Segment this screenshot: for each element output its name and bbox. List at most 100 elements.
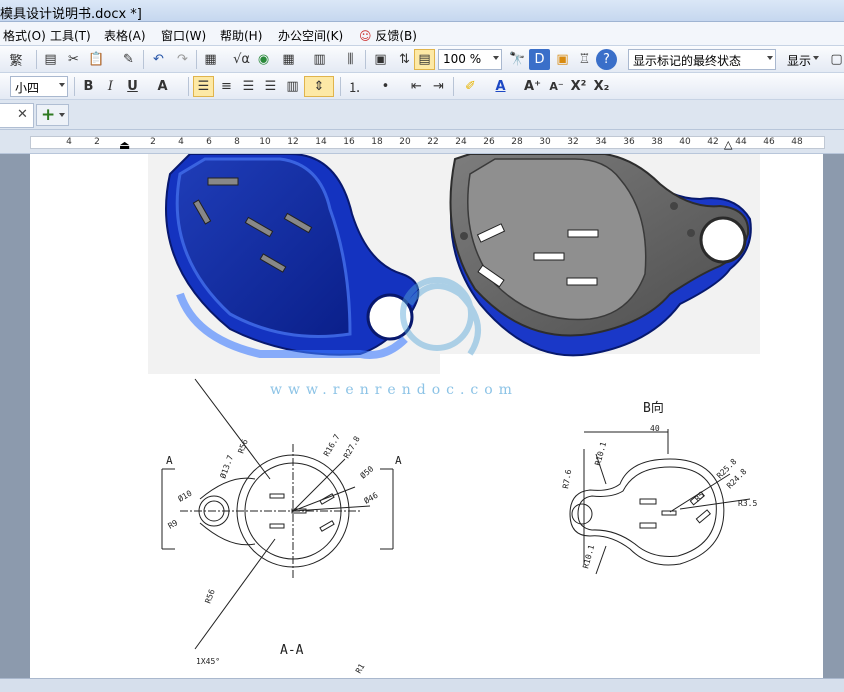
font-size-combo[interactable]: 小四 <box>10 76 68 97</box>
numbering-icon[interactable]: ⒈ <box>344 76 365 97</box>
plugin-icon[interactable]: ▣ <box>552 49 573 70</box>
ruler-tick: 46 <box>763 137 775 147</box>
undo-icon[interactable]: ↶ <box>148 49 169 70</box>
horizontal-ruler[interactable]: 4 2 2 4 6 8 10 12 14 16 18 20 22 24 26 28 30 32 34 36 38 40 42… <box>0 130 844 154</box>
right-indent-marker[interactable]: △ <box>724 138 732 151</box>
sort-icon[interactable]: ⇅ <box>394 49 415 70</box>
ruler-tick: 18 <box>371 137 383 147</box>
ruler-tick: 28 <box>511 137 523 147</box>
distribute-icon[interactable]: ▥ <box>282 76 303 97</box>
dim-r56-bottom: R56 <box>203 588 216 605</box>
ruler-tick: 6 <box>206 137 212 147</box>
standard-toolbar: 繁 ▤ ✂ 📋 ✎ ↶ ↷ ▦ √α ◉ ▦ ▥ ⫼ ▣ ⇅ ▤ 100 % 🔭… <box>0 46 844 73</box>
ruler-tick: 16 <box>343 137 355 147</box>
menu-office-space[interactable]: 办公空间(K) <box>275 26 346 45</box>
dim-r27-8: R27.8 <box>342 434 362 460</box>
dim-d46: Ø46 <box>362 490 380 506</box>
menu-bar: 格式(O) 工具(T) 表格(A) 窗口(W) 帮助(H) 办公空间(K) ☺ … <box>0 22 844 46</box>
traditional-chinese-button[interactable]: 繁 <box>2 49 30 70</box>
web-icon[interactable]: ◉ <box>253 49 274 70</box>
dim-d13-7: Ø13.7 <box>217 453 235 479</box>
ruler-tick: 14 <box>315 137 327 147</box>
menu-table[interactable]: 表格(A) <box>101 26 149 45</box>
table-grid-icon[interactable]: ▦ <box>278 49 299 70</box>
line-spacing-icon[interactable]: ⇕ <box>304 76 334 97</box>
format-painter-icon[interactable]: ✎ <box>118 49 139 70</box>
text-effect-icon[interactable]: A <box>152 76 173 97</box>
menu-format[interactable]: 格式(O) <box>0 26 49 45</box>
columns-icon[interactable]: ▥ <box>309 49 330 70</box>
watermark-text: www.renrendoc.com <box>270 382 518 398</box>
align-left-icon[interactable]: ☰ <box>193 76 214 97</box>
ruler-tick: 22 <box>427 137 439 147</box>
ruler-tick: 44 <box>735 137 747 147</box>
show-dropdown[interactable]: 显示 <box>782 49 822 70</box>
ruler-tick: 42 <box>707 137 719 147</box>
document-figure: www.renrendoc.com A A R56 Ø13.7 R16.7 R2… <box>148 154 760 675</box>
menu-help[interactable]: 帮助(H) <box>217 26 265 45</box>
menu-feedback[interactable]: ☺ 反馈(B) <box>356 26 420 45</box>
redo-icon[interactable]: ↷ <box>172 49 193 70</box>
document-tab-bar: ✕ + <box>0 100 844 130</box>
highlight-icon[interactable]: ✐ <box>460 76 481 97</box>
insert-table-icon[interactable]: ▦ <box>200 49 221 70</box>
zoom-combo[interactable]: 100 % <box>438 49 502 70</box>
chart-icon[interactable]: ⫼ <box>340 49 361 70</box>
ruler-tick: 48 <box>791 137 803 147</box>
dim-r56-top: R56 <box>236 438 249 455</box>
menu-window[interactable]: 窗口(W) <box>158 26 209 45</box>
dim-r5: R5 <box>693 490 706 503</box>
align-right-icon[interactable]: ☰ <box>238 76 259 97</box>
document-page[interactable]: www.renrendoc.com A A R56 Ø13.7 R16.7 R2… <box>30 154 823 678</box>
extra-icon[interactable]: ▢ <box>826 49 844 70</box>
print-preview-icon[interactable]: ▣ <box>370 49 391 70</box>
align-center-icon[interactable]: ≡ <box>216 76 237 97</box>
italic-icon[interactable]: I <box>100 76 121 97</box>
shrink-font-icon[interactable]: A⁻ <box>546 76 567 97</box>
superscript-icon[interactable]: X² <box>568 76 589 97</box>
ruler-tick: 26 <box>483 137 495 147</box>
ruler-tick: 38 <box>651 137 663 147</box>
document-area[interactable]: www.renrendoc.com A A R56 Ø13.7 R16.7 R2… <box>0 154 844 678</box>
title-bar: 模具设计说明书.docx *] <box>0 0 844 22</box>
new-doc-icon[interactable]: ▤ <box>40 49 61 70</box>
underline-icon[interactable]: U <box>122 76 143 97</box>
dim-r7-6: R7.6 <box>561 469 573 490</box>
menu-tools[interactable]: 工具(T) <box>47 26 94 45</box>
section-mark-left: A <box>166 454 173 467</box>
ruler-tick: 4 <box>66 137 72 147</box>
bullets-icon[interactable]: • <box>375 76 396 97</box>
document-tab[interactable]: ✕ <box>0 103 34 128</box>
ruler-tick: 12 <box>287 137 299 147</box>
dim-r10-1-bottom: R10.1 <box>581 544 596 570</box>
ruler-tick: 2 <box>150 137 156 147</box>
paste-icon[interactable]: 📋 <box>86 49 107 70</box>
bold-icon[interactable]: B <box>78 76 99 97</box>
dim-r3-5: R3.5 <box>738 499 757 508</box>
formula-icon[interactable]: √α <box>231 49 252 70</box>
ruler-tick: 36 <box>623 137 635 147</box>
chamfer-label: 1X45° <box>196 657 220 666</box>
ruler-tick: 30 <box>539 137 551 147</box>
dim-r10-1-top: R10.1 <box>593 441 608 467</box>
help-icon[interactable]: ? <box>596 49 617 70</box>
ruler-tick: 4 <box>178 137 184 147</box>
font-color-icon[interactable]: A <box>490 76 511 97</box>
indent-increase-icon[interactable]: ⇥ <box>428 76 449 97</box>
subscript-icon[interactable]: X₂ <box>591 76 612 97</box>
find-icon[interactable]: 🔭 <box>507 49 528 70</box>
new-tab-button[interactable]: + <box>36 104 69 126</box>
shirt-icon[interactable]: ♖ <box>574 49 595 70</box>
ruler-tick: 20 <box>399 137 411 147</box>
section-label: A-A <box>280 643 304 658</box>
grow-font-icon[interactable]: A⁺ <box>522 76 543 97</box>
indent-decrease-icon[interactable]: ⇤ <box>406 76 427 97</box>
zoom-fit-icon[interactable]: ▤ <box>414 49 435 70</box>
markup-state-combo[interactable]: 显示标记的最终状态 <box>628 49 776 70</box>
d-icon[interactable]: D <box>529 49 550 70</box>
cut-icon[interactable]: ✂ <box>63 49 84 70</box>
left-indent-marker[interactable]: ⏏ <box>119 138 130 152</box>
justify-icon[interactable]: ☰ <box>260 76 281 97</box>
dim-d50: Ø50 <box>358 463 376 480</box>
close-tab-icon[interactable]: ✕ <box>17 107 28 122</box>
